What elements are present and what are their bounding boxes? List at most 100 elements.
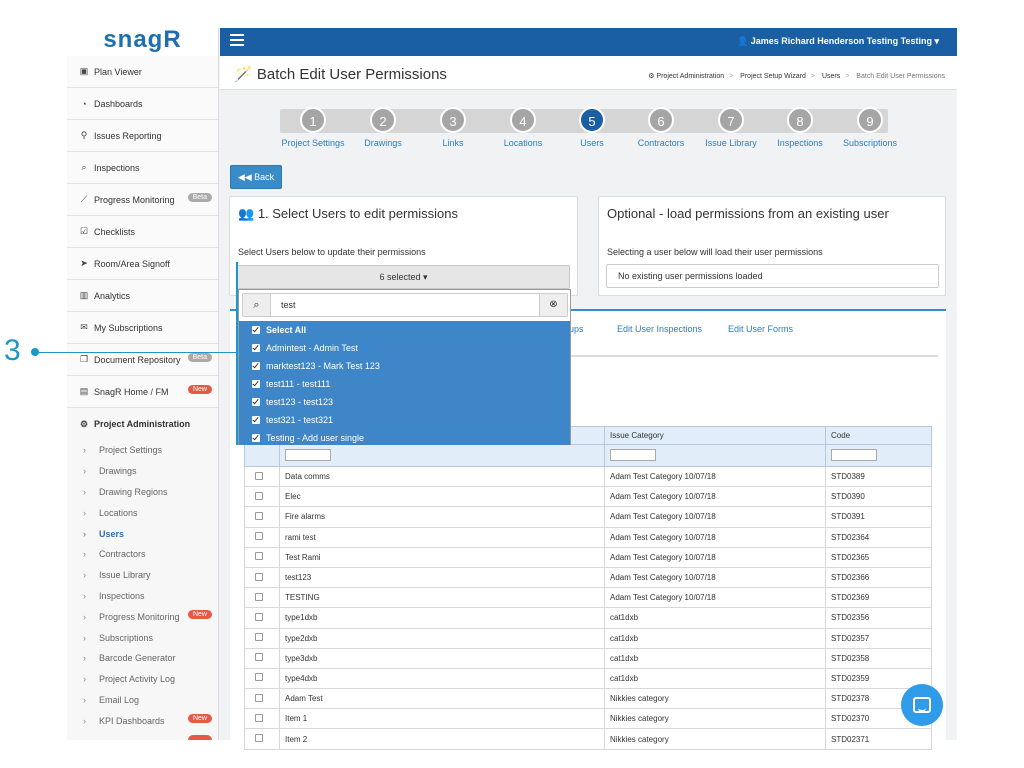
- checkbox-checked-icon[interactable]: [252, 434, 260, 442]
- user-option[interactable]: Admintest - Admin Test: [239, 339, 570, 357]
- sidebar-subitem-drawing-regions[interactable]: › Drawing Regions: [67, 482, 218, 503]
- checkbox-checked-icon[interactable]: [252, 398, 260, 406]
- sidebar-subitem-partial[interactable]: ›: [67, 731, 218, 740]
- sidebar-subitem-issue-library[interactable]: › Issue Library: [67, 565, 218, 586]
- table-row[interactable]: type3dxb cat1dxb STD02358: [244, 647, 932, 669]
- table-row[interactable]: Adam Test Nikkies category STD02378: [244, 688, 932, 710]
- breadcrumb-project-administration[interactable]: Project Administration: [656, 73, 724, 80]
- row-checkbox[interactable]: [255, 532, 263, 541]
- wizard-step-project-settings[interactable]: 1 Project Settings: [277, 107, 349, 148]
- table-row[interactable]: Elec Adam Test Category 10/07/18 STD0390: [244, 486, 932, 508]
- table-row[interactable]: Test Rami Adam Test Category 10/07/18 STD0…: [244, 546, 932, 568]
- checkbox-checked-icon[interactable]: [252, 326, 260, 334]
- checkbox-checked-icon[interactable]: [252, 380, 260, 388]
- wizard-step-locations[interactable]: 4 Locations: [487, 107, 559, 148]
- wizard-step-inspections[interactable]: 8 Inspections: [764, 107, 836, 148]
- row-checkbox[interactable]: [255, 592, 263, 601]
- tab-edit-user-inspections[interactable]: Edit User Inspections: [617, 324, 702, 334]
- row-checkbox[interactable]: [255, 471, 263, 480]
- breadcrumb-project-setup-wizard[interactable]: Project Setup Wizard: [740, 73, 806, 80]
- row-checkbox[interactable]: [255, 612, 263, 621]
- sidebar-item-snagr-home-fm[interactable]: ▤ SnagR Home / FM New: [67, 376, 218, 408]
- user-menu[interactable]: 👤 James Richard Henderson Testing Testin…: [737, 36, 939, 47]
- row-checkbox[interactable]: [255, 734, 263, 743]
- row-checkbox[interactable]: [255, 552, 263, 561]
- hamburger-menu-icon[interactable]: [230, 34, 244, 46]
- row-checkbox[interactable]: [255, 511, 263, 520]
- sidebar-subitem-kpi-dashboards[interactable]: › KPI Dashboards New: [67, 710, 218, 731]
- name-filter-input[interactable]: [285, 448, 331, 461]
- row-checkbox[interactable]: [255, 491, 263, 500]
- sidebar-item-plan-viewer[interactable]: ▣ Plan Viewer: [67, 56, 218, 88]
- table-row[interactable]: test123 Adam Test Category 10/07/18 STD023…: [244, 566, 932, 589]
- sidebar-subitem-email-log[interactable]: › Email Log: [67, 690, 218, 711]
- sidebar-item-checklists[interactable]: ☑ Checklists: [67, 216, 218, 248]
- wizard-step-links[interactable]: 3 Links: [417, 107, 489, 148]
- sidebar-item-label: My Subscriptions: [94, 322, 163, 333]
- table-row[interactable]: Item 2 Nikkies category STD02371: [244, 728, 932, 750]
- sidebar-item-room-area-signoff[interactable]: ➤ Room/Area Signoff: [67, 248, 218, 280]
- checkbox-checked-icon[interactable]: [252, 416, 260, 424]
- code-filter-input[interactable]: [831, 448, 877, 461]
- table-row[interactable]: type4dxb cat1dxb STD02359: [244, 667, 932, 690]
- wizard-step-drawings[interactable]: 2 Drawings: [347, 107, 419, 148]
- sidebar-subitem-subscriptions[interactable]: › Subscriptions: [67, 627, 218, 648]
- row-checkbox[interactable]: [255, 572, 263, 581]
- sidebar-subitem-users[interactable]: › Users: [67, 523, 218, 544]
- row-checkbox[interactable]: [255, 633, 263, 642]
- sidebar-subitem-drawings[interactable]: › Drawings: [67, 461, 218, 482]
- back-button[interactable]: ◀◀ Back: [230, 165, 282, 189]
- user-option[interactable]: Testing - Add user single: [239, 429, 570, 447]
- sidebar-item-my-subscriptions[interactable]: ✉ My Subscriptions: [67, 312, 218, 344]
- select-all-option[interactable]: Select All: [239, 321, 570, 339]
- row-checkbox[interactable]: [255, 693, 263, 702]
- user-option[interactable]: test321 - test321: [239, 411, 570, 429]
- row-checkbox[interactable]: [255, 653, 263, 662]
- sidebar-subitem-contractors[interactable]: › Contractors: [67, 544, 218, 565]
- wizard-step-subscriptions[interactable]: 9 Subscriptions: [834, 107, 906, 148]
- column-header-code[interactable]: Code: [825, 426, 932, 445]
- sidebar-subitem-inspections[interactable]: › Inspections: [67, 586, 218, 607]
- existing-user-select[interactable]: No existing user permissions loaded: [606, 264, 939, 288]
- table-row[interactable]: Fire alarms Adam Test Category 10/07/18 ST…: [244, 506, 932, 528]
- category-filter-input[interactable]: [610, 448, 656, 461]
- row-checkbox[interactable]: [255, 673, 263, 682]
- sidebar-item-analytics[interactable]: ▥ Analytics: [67, 280, 218, 312]
- table-row[interactable]: Data comms Adam Test Category 10/07/18 STD…: [244, 465, 932, 488]
- sidebar-item-issues-reporting[interactable]: ⚲ Issues Reporting: [67, 120, 218, 152]
- sidebar-item-dashboards[interactable]: ◔ Dashboards: [67, 88, 218, 120]
- checkbox-checked-icon[interactable]: [252, 362, 260, 370]
- sidebar-item-progress-monitoring[interactable]: ⟋ Progress Monitoring Beta: [67, 184, 218, 216]
- chat-launcher[interactable]: [901, 684, 943, 726]
- sidebar-item-document-repository[interactable]: ❐ Document Repository Beta: [67, 344, 218, 376]
- users-multiselect-button[interactable]: 6 selected ▾: [237, 265, 570, 289]
- tab-edit-user-forms[interactable]: Edit User Forms: [728, 324, 793, 334]
- sidebar-subitem-barcode-generator[interactable]: › Barcode Generator: [67, 648, 218, 669]
- sidebar-subitem-locations[interactable]: › Locations: [67, 502, 218, 523]
- checkbox-checked-icon[interactable]: [252, 344, 260, 352]
- table-row[interactable]: Item 1 Nikkies category STD02370: [244, 708, 932, 730]
- wizard-step-issue-library[interactable]: 7 Issue Library: [695, 107, 767, 148]
- table-row[interactable]: type2dxb cat1dxb STD02357: [244, 627, 932, 649]
- wizard-step-users[interactable]: 5 Users: [556, 107, 628, 148]
- cell-category: cat1dxb: [604, 667, 826, 690]
- row-checkbox[interactable]: [255, 713, 263, 722]
- table-row[interactable]: TESTING Adam Test Category 10/07/18 STD023…: [244, 587, 932, 609]
- table-row[interactable]: rami test Adam Test Category 10/07/18 STD0…: [244, 526, 932, 548]
- sidebar-item-inspections[interactable]: ⌕ Inspections: [67, 152, 218, 184]
- snagr-logo[interactable]: snagR: [67, 28, 218, 56]
- sidebar-subitem-project-settings[interactable]: › Project Settings: [67, 440, 218, 461]
- breadcrumb-users[interactable]: Users: [822, 73, 840, 80]
- table-row[interactable]: type1dxb cat1dxb STD02356: [244, 607, 932, 629]
- dropdown-search-input[interactable]: test: [281, 300, 296, 310]
- column-header-issue-category[interactable]: Issue Category: [604, 426, 826, 445]
- user-option[interactable]: test123 - test123: [239, 393, 570, 411]
- clear-search-icon[interactable]: ⊗: [539, 294, 567, 316]
- sidebar-subitem-project-activity-log[interactable]: › Project Activity Log: [67, 669, 218, 690]
- sidebar-subitem-progress-monitoring[interactable]: › Progress Monitoring New: [67, 606, 218, 627]
- wizard-step-contractors[interactable]: 6 Contractors: [625, 107, 697, 148]
- user-option[interactable]: marktest123 - Mark Test 123: [239, 357, 570, 375]
- user-option[interactable]: test111 - test111: [239, 375, 570, 393]
- select-users-panel: 👥 1. Select Users to edit permissions Se…: [229, 196, 578, 296]
- sidebar-item-project-administration[interactable]: ⚙ Project Administration: [67, 408, 218, 440]
